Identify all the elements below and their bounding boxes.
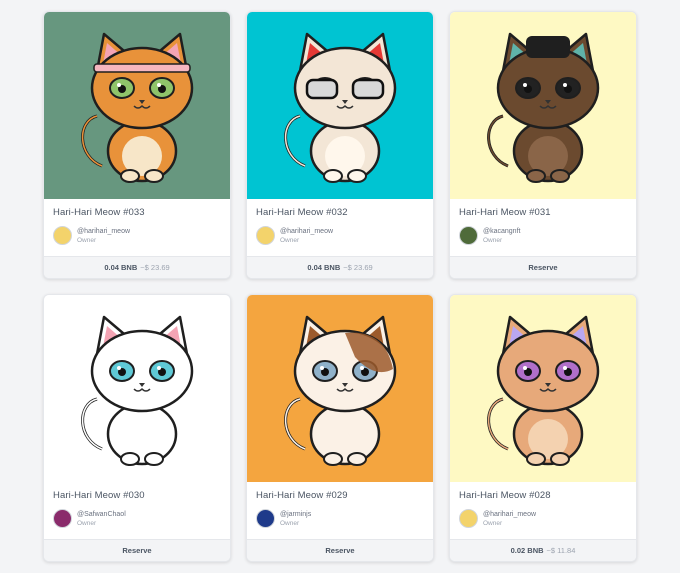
- avatar[interactable]: [459, 226, 478, 245]
- owner-row[interactable]: @harihari_meow Owner: [459, 509, 628, 528]
- card-footer: 0.04 BNB ~$ 23.69: [44, 256, 230, 278]
- card-info: Hari-Hari Meow #030 @SafwanChaol Owner: [44, 482, 230, 539]
- owner-text: @harihari_meow Owner: [483, 510, 536, 528]
- owner-row[interactable]: @kacangnft Owner: [459, 226, 628, 245]
- owner-handle[interactable]: @harihari_meow: [77, 227, 130, 236]
- nft-card[interactable]: Hari-Hari Meow #033 @harihari_meow Owner 0.…: [43, 11, 231, 279]
- owner-row[interactable]: @harihari_meow Owner: [256, 226, 425, 245]
- owner-row[interactable]: @jarminjs Owner: [256, 509, 425, 528]
- nft-title[interactable]: Hari-Hari Meow #032: [256, 207, 425, 218]
- nft-artwork[interactable]: [247, 295, 433, 482]
- usd-price: ~$ 23.69: [343, 263, 373, 272]
- card-footer: Reserve: [44, 539, 230, 561]
- nft-artwork[interactable]: [450, 12, 636, 199]
- card-footer: Reserve: [450, 256, 636, 278]
- card-info: Hari-Hari Meow #033 @harihari_meow Owner: [44, 199, 230, 256]
- owner-handle[interactable]: @SafwanChaol: [77, 510, 126, 519]
- card-footer: 0.02 BNB ~$ 11.84: [450, 539, 636, 561]
- owner-text: @SafwanChaol Owner: [77, 510, 126, 528]
- price: 0.04 BNB: [307, 263, 341, 272]
- owner-handle[interactable]: @kacangnft: [483, 227, 520, 236]
- owner-handle[interactable]: @harihari_meow: [483, 510, 536, 519]
- avatar[interactable]: [53, 509, 72, 528]
- owner-row[interactable]: @SafwanChaol Owner: [53, 509, 222, 528]
- price: 0.04 BNB: [104, 263, 138, 272]
- nft-card[interactable]: Hari-Hari Meow #031 @kacangnft Owner Reserv…: [449, 11, 637, 279]
- nft-grid: Hari-Hari Meow #033 @harihari_meow Owner 0.…: [43, 11, 637, 562]
- owner-handle[interactable]: @harihari_meow: [280, 227, 333, 236]
- nft-title[interactable]: Hari-Hari Meow #030: [53, 490, 222, 501]
- nft-card[interactable]: Hari-Hari Meow #032 @harihari_meow Owner 0.…: [246, 11, 434, 279]
- cat-with-hat-icon: [487, 32, 600, 183]
- avatar[interactable]: [256, 226, 275, 245]
- price: 0.02 BNB: [510, 546, 544, 555]
- owner-text: @kacangnft Owner: [483, 227, 520, 245]
- owner-role: Owner: [483, 519, 503, 527]
- owner-role: Owner: [483, 236, 503, 244]
- nft-artwork[interactable]: [44, 12, 230, 199]
- nft-title[interactable]: Hari-Hari Meow #033: [53, 207, 222, 218]
- usd-price: ~$ 11.84: [546, 546, 576, 555]
- avatar[interactable]: [256, 509, 275, 528]
- nft-card[interactable]: Hari-Hari Meow #028 @harihari_meow Owner 0.…: [449, 294, 637, 562]
- owner-text: @harihari_meow Owner: [280, 227, 333, 245]
- card-info: Hari-Hari Meow #031 @kacangnft Owner: [450, 199, 636, 256]
- reserve-button[interactable]: Reserve: [325, 546, 354, 555]
- owner-row[interactable]: @harihari_meow Owner: [53, 226, 222, 245]
- cat-with-sunglasses-icon: [284, 32, 397, 183]
- card-info: Hari-Hari Meow #032 @harihari_meow Owner: [247, 199, 433, 256]
- nft-title[interactable]: Hari-Hari Meow #029: [256, 490, 425, 501]
- usd-price: ~$ 23.69: [140, 263, 170, 272]
- avatar[interactable]: [459, 509, 478, 528]
- avatar[interactable]: [53, 226, 72, 245]
- nft-card[interactable]: Hari-Hari Meow #029 @jarminjs Owner Reserve: [246, 294, 434, 562]
- nft-artwork[interactable]: [44, 295, 230, 482]
- owner-role: Owner: [77, 519, 97, 527]
- reserve-button[interactable]: Reserve: [122, 546, 151, 555]
- card-footer: 0.04 BNB ~$ 23.69: [247, 256, 433, 278]
- card-info: Hari-Hari Meow #028 @harihari_meow Owner: [450, 482, 636, 539]
- card-footer: Reserve: [247, 539, 433, 561]
- owner-text: @harihari_meow Owner: [77, 227, 130, 245]
- cat-with-headband-and-fan-icon: [81, 32, 194, 183]
- owner-text: @jarminjs Owner: [280, 510, 311, 528]
- reserve-button[interactable]: Reserve: [528, 263, 557, 272]
- owner-role: Owner: [77, 236, 97, 244]
- nft-card[interactable]: Hari-Hari Meow #030 @SafwanChaol Owner Rese…: [43, 294, 231, 562]
- white-cat-icon: [81, 315, 194, 466]
- nft-title[interactable]: Hari-Hari Meow #031: [459, 207, 628, 218]
- calico-cat-icon: [284, 315, 397, 466]
- nft-title[interactable]: Hari-Hari Meow #028: [459, 490, 628, 501]
- card-info: Hari-Hari Meow #029 @jarminjs Owner: [247, 482, 433, 539]
- nft-artwork[interactable]: [247, 12, 433, 199]
- owner-role: Owner: [280, 236, 300, 244]
- nft-artwork[interactable]: [450, 295, 636, 482]
- tan-cat-icon: [487, 315, 600, 466]
- owner-handle[interactable]: @jarminjs: [280, 510, 311, 519]
- owner-role: Owner: [280, 519, 300, 527]
